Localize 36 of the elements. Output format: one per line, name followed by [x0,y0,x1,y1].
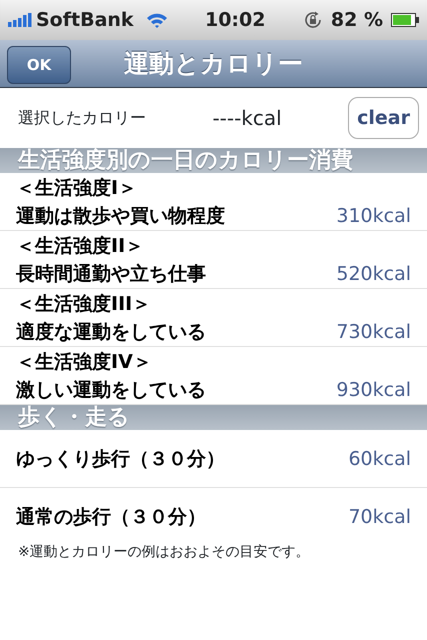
row-label: 長時間通勤や立ち仕事 [16,262,206,287]
nav-title: 運動とカロリー [124,48,303,80]
rotation-lock-icon [302,10,323,30]
row-label: ＜生活強度III＞ [16,292,152,317]
row-label: 運動は散歩や買い物程度 [16,204,225,229]
row-label: ゆっくり歩行（３０分） [16,446,225,472]
row-label: 適度な運動をしている [16,320,206,345]
calorie-amount: 730kcal [336,320,411,345]
list-row[interactable]: ＜生活強度I＞ 運動は散歩や買い物程度 310kcal [0,173,427,231]
ok-button[interactable]: OK [7,46,71,84]
calorie-amount: 70kcal [348,505,411,530]
row-label: 通常の歩行（３０分） [16,505,206,530]
section-header: 歩く・走る [0,405,427,430]
carrier-name: SoftBank [36,8,134,33]
row-label: ＜生活強度IV＞ [16,350,153,375]
battery-icon [391,13,419,27]
wifi-icon [146,12,168,28]
section-header: 生活強度別の一日のカロリー消費 [0,148,427,173]
list-row[interactable]: 通常の歩行（３０分） 70kcal [0,488,427,546]
row-label: ＜生活強度II＞ [16,234,146,259]
calorie-amount: 930kcal [336,378,411,403]
list-row[interactable]: ＜生活強度III＞ 適度な運動をしている 730kcal [0,289,427,347]
clear-button[interactable]: clear [348,96,419,140]
footnote-text: ※運動とカロリーの例はおおよその目安です。 [17,543,311,562]
calorie-amount: 310kcal [336,204,411,229]
list-row[interactable]: ゆっくり歩行（３０分） 60kcal [0,430,427,488]
battery-percent: 82 % [330,8,383,33]
row-label: 激しい運動をしている [16,378,206,403]
calorie-value: ----kcal [212,106,282,130]
clock-time: 10:02 [204,8,266,31]
selected-calorie-label: 選択したカロリー [18,107,146,129]
signal-icon [8,13,32,27]
list-row[interactable]: ＜生活強度II＞ 長時間通勤や立ち仕事 520kcal [0,231,427,289]
calorie-amount: 520kcal [336,262,411,287]
row-label: ＜生活強度I＞ [16,176,138,201]
calorie-amount: 60kcal [348,446,411,472]
